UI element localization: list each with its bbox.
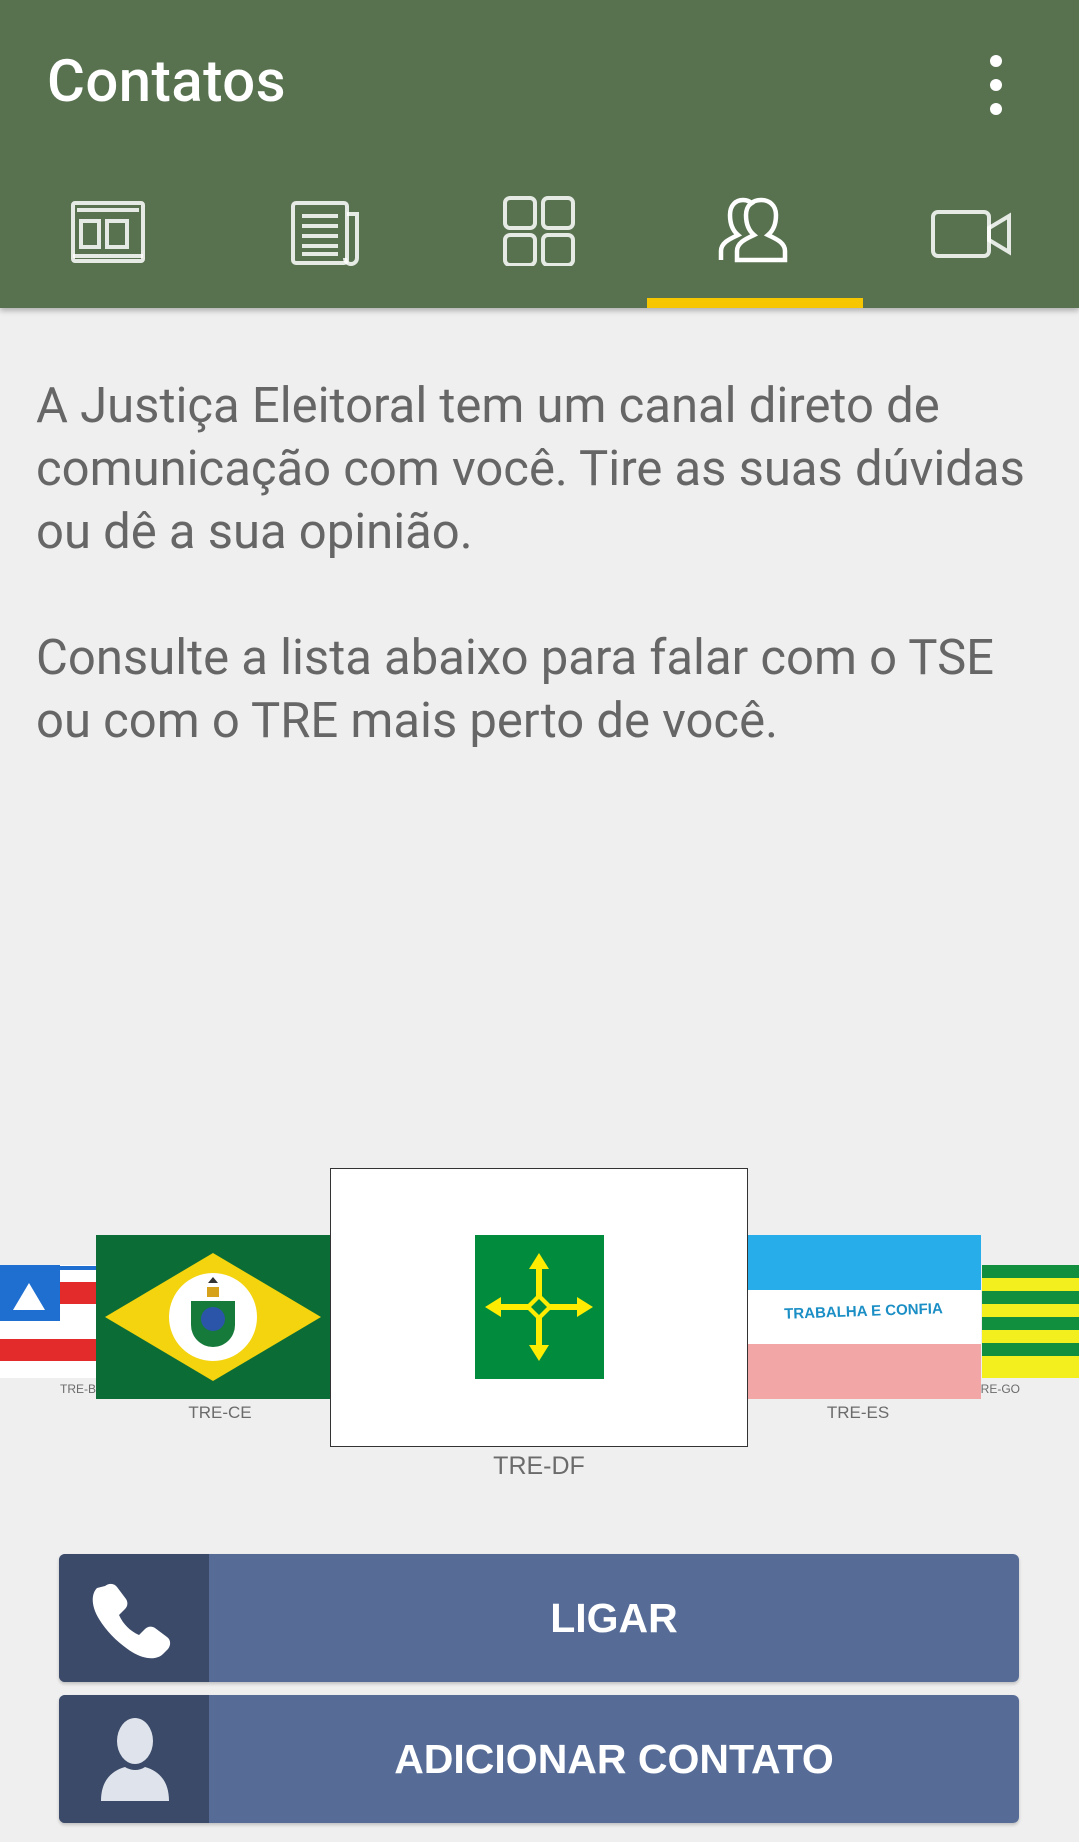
flag-tre-go[interactable] bbox=[982, 1265, 1079, 1378]
flag-tre-es[interactable]: TRABALHA E CONFIA bbox=[746, 1235, 981, 1399]
selected-tab-indicator bbox=[647, 298, 863, 308]
call-button-label: LIGAR bbox=[550, 1595, 678, 1641]
intro-paragraph-2: Consulte a lista abaixo para falar com o… bbox=[36, 629, 995, 749]
flag-tre-ba[interactable] bbox=[0, 1265, 97, 1378]
flag-tre-go-image bbox=[982, 1265, 1079, 1378]
tab-contacts[interactable] bbox=[648, 176, 864, 308]
flag-label-tre-go: RE-GO bbox=[980, 1382, 1020, 1396]
flag-label-tre-ce: TRE-CE bbox=[188, 1403, 252, 1422]
flag-label-tre-ba: TRE-B bbox=[60, 1382, 96, 1396]
app-bar: Contatos bbox=[0, 0, 1079, 308]
add-contact-button-label: ADICIONAR CONTATO bbox=[394, 1736, 834, 1782]
video-icon bbox=[931, 210, 1011, 258]
newspaper-icon bbox=[291, 201, 359, 266]
flag-tre-df-image bbox=[475, 1235, 604, 1379]
tab-layout[interactable] bbox=[0, 176, 216, 308]
intro-text: A Justiça Eleitoral tem um canal direto … bbox=[36, 374, 1046, 752]
add-contact-button-icon-area bbox=[59, 1695, 209, 1823]
flag-tre-ba-image bbox=[0, 1265, 97, 1378]
page-title: Contatos bbox=[47, 48, 287, 116]
flag-tre-ce[interactable] bbox=[96, 1235, 331, 1399]
flag-label-tre-df: TRE-DF bbox=[493, 1452, 585, 1480]
tab-news[interactable] bbox=[216, 176, 432, 308]
flag-label-tre-es: TRE-ES bbox=[826, 1403, 890, 1422]
call-button[interactable]: LIGAR bbox=[59, 1554, 1019, 1682]
add-contact-button[interactable]: ADICIONAR CONTATO bbox=[59, 1695, 1019, 1823]
tab-bar bbox=[0, 176, 1079, 308]
flag-tre-df[interactable] bbox=[330, 1168, 748, 1447]
tab-services[interactable] bbox=[432, 176, 648, 308]
more-vert-icon[interactable] bbox=[970, 50, 1020, 120]
layout-icon bbox=[71, 201, 145, 263]
person-icon bbox=[101, 1718, 169, 1801]
grid-icon bbox=[503, 196, 575, 266]
intro-paragraph-1: A Justiça Eleitoral tem um canal direto … bbox=[36, 377, 1025, 560]
call-button-icon-area bbox=[59, 1554, 209, 1682]
contacts-icon bbox=[718, 197, 788, 263]
flag-tre-ce-image bbox=[96, 1235, 331, 1399]
tab-videos[interactable] bbox=[864, 176, 1079, 308]
phone-icon bbox=[92, 1583, 171, 1659]
